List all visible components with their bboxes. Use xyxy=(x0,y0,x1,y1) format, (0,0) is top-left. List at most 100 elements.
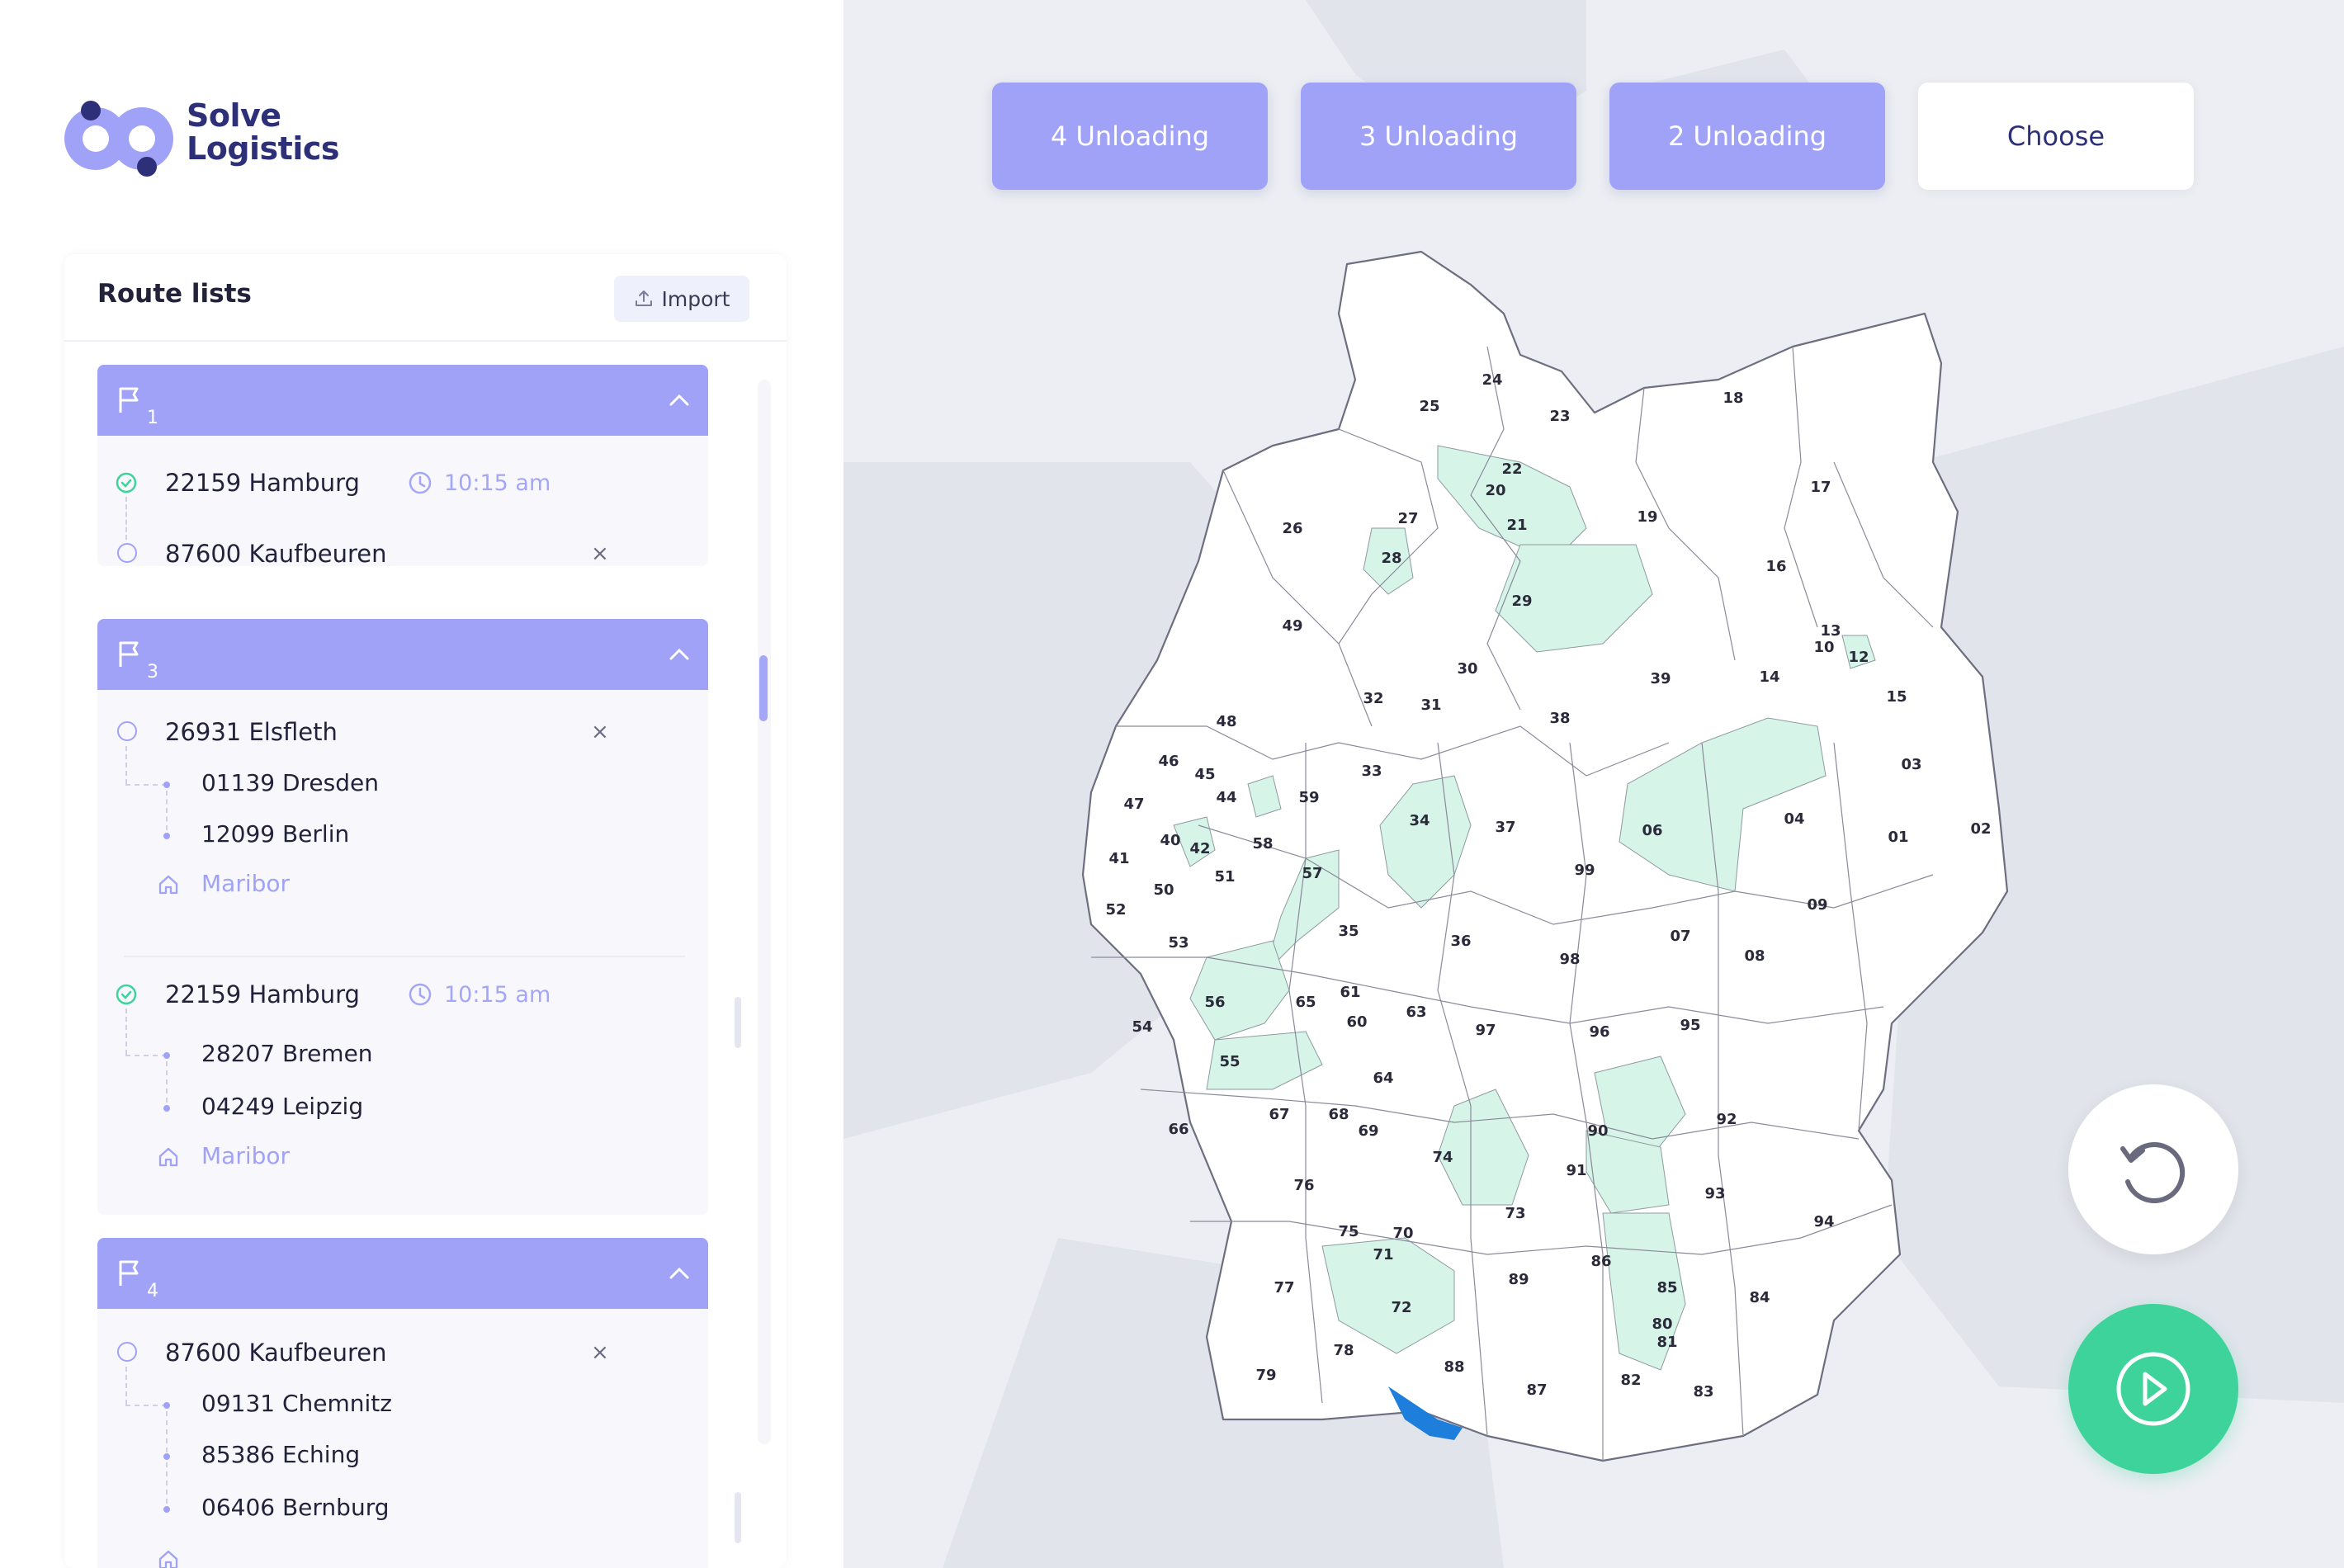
sub-stop-name: 04249 Leipzig xyxy=(201,1093,364,1120)
region-label-51: 51 xyxy=(1214,868,1235,886)
region-label-79: 79 xyxy=(1255,1367,1276,1384)
region-label-89: 89 xyxy=(1508,1271,1529,1288)
chevron-up-icon[interactable] xyxy=(669,647,690,662)
region-label-75: 75 xyxy=(1338,1223,1359,1240)
region-label-61: 61 xyxy=(1340,984,1360,1001)
tab-3-unloading[interactable]: 3 Unloading xyxy=(1301,83,1576,190)
depot-name: Maribor xyxy=(201,1142,291,1169)
region-label-17: 17 xyxy=(1810,479,1831,496)
region-label-57: 57 xyxy=(1302,865,1322,882)
scrollbar-thumb[interactable] xyxy=(759,655,768,721)
region-label-37: 37 xyxy=(1495,819,1515,836)
sub-stop-dot xyxy=(163,1453,170,1460)
connector-line xyxy=(125,1008,127,1055)
route-lists-panel: Route lists Import 1 22159 Hamburg 10:15… xyxy=(64,254,787,1568)
region-label-58: 58 xyxy=(1252,835,1273,852)
region-label-24: 24 xyxy=(1482,371,1502,389)
region-label-95: 95 xyxy=(1680,1017,1700,1034)
tab-4-unloading[interactable]: 4 Unloading xyxy=(992,83,1268,190)
route-number: 3 xyxy=(147,662,158,682)
reset-button[interactable] xyxy=(2068,1084,2238,1254)
region-label-47: 47 xyxy=(1123,796,1144,813)
connector-line xyxy=(166,1462,168,1504)
remove-stop-icon[interactable]: × xyxy=(591,541,609,566)
region-label-03: 03 xyxy=(1901,756,1921,773)
region-label-94: 94 xyxy=(1813,1213,1834,1230)
sub-stop-name: 85386 Eching xyxy=(201,1441,361,1468)
choose-button[interactable]: Choose xyxy=(1918,83,2194,190)
route-header-1[interactable]: 1 xyxy=(97,365,708,436)
group-divider xyxy=(124,956,685,957)
pending-circle-icon xyxy=(117,721,137,741)
scrollbar-track[interactable] xyxy=(758,380,771,1444)
route-header-4[interactable]: 4 xyxy=(97,1238,708,1309)
region-label-54: 54 xyxy=(1132,1018,1152,1036)
region-label-04: 04 xyxy=(1784,810,1804,828)
inner-scrollbar[interactable] xyxy=(735,997,741,1048)
brand-line-1: Solve xyxy=(187,97,281,134)
depot-name: Maribor xyxy=(201,870,291,897)
inner-scrollbar[interactable] xyxy=(735,1492,741,1543)
check-circle-icon xyxy=(116,984,137,1005)
region-label-46: 46 xyxy=(1158,753,1179,770)
region-label-16: 16 xyxy=(1765,558,1786,575)
chevron-up-icon[interactable] xyxy=(669,1266,690,1281)
region-label-97: 97 xyxy=(1475,1022,1496,1039)
sub-stop-dot xyxy=(163,1506,170,1513)
route-body-4: 87600 Kaufbeuren × 09131 Chemnitz 85386 … xyxy=(97,1309,741,1568)
route-header-3[interactable]: 3 xyxy=(97,619,708,690)
region-label-14: 14 xyxy=(1759,668,1779,686)
region-label-06: 06 xyxy=(1642,822,1662,839)
sub-stop-dot xyxy=(163,782,170,788)
remove-stop-icon[interactable]: × xyxy=(591,720,609,744)
region-label-12: 12 xyxy=(1848,649,1869,666)
clock-icon xyxy=(409,471,432,494)
play-button[interactable] xyxy=(2068,1304,2238,1474)
route-body-1: 22159 Hamburg 10:15 am 87600 Kaufbeuren … xyxy=(97,436,708,568)
import-button[interactable]: Import xyxy=(614,276,749,322)
stop-name: 87600 Kaufbeuren xyxy=(165,1339,387,1367)
play-icon xyxy=(2116,1352,2190,1426)
region-label-90: 90 xyxy=(1587,1122,1608,1140)
region-label-27: 27 xyxy=(1397,510,1418,527)
region-label-49: 49 xyxy=(1282,617,1302,635)
route-number: 4 xyxy=(147,1281,158,1301)
region-label-38: 38 xyxy=(1549,710,1570,727)
region-label-30: 30 xyxy=(1457,660,1477,678)
region-label-33: 33 xyxy=(1361,763,1382,780)
flag-icon xyxy=(119,641,139,667)
region-label-73: 73 xyxy=(1505,1205,1525,1222)
remove-stop-icon[interactable]: × xyxy=(591,1340,609,1365)
region-label-31: 31 xyxy=(1420,697,1441,714)
pending-circle-icon xyxy=(117,543,137,563)
region-label-07: 07 xyxy=(1670,928,1690,945)
sub-stop-name: 09131 Chemnitz xyxy=(201,1390,392,1417)
sidebar: Solve Logistics Route lists Import 1 221… xyxy=(0,0,844,1568)
region-label-50: 50 xyxy=(1153,881,1174,899)
sub-stop-dot xyxy=(163,1402,170,1409)
region-label-96: 96 xyxy=(1589,1023,1609,1041)
pending-circle-icon xyxy=(117,1342,137,1362)
region-label-01: 01 xyxy=(1888,829,1908,846)
connector-line xyxy=(125,1055,167,1056)
region-label-65: 65 xyxy=(1295,994,1316,1011)
connector-line xyxy=(166,1061,168,1103)
connector-line xyxy=(125,746,127,784)
region-label-92: 92 xyxy=(1716,1111,1737,1128)
region-label-48: 48 xyxy=(1216,713,1236,730)
home-icon xyxy=(158,875,178,895)
stop-time: 10:15 am xyxy=(444,982,551,1008)
region-label-72: 72 xyxy=(1391,1299,1411,1316)
region-label-85: 85 xyxy=(1656,1279,1677,1296)
clock-icon xyxy=(409,983,432,1006)
sub-stop-name: 06406 Bernburg xyxy=(201,1494,390,1521)
check-circle-icon xyxy=(116,472,137,494)
stop-name: 87600 Kaufbeuren xyxy=(165,540,387,568)
panel-title: Route lists xyxy=(97,279,252,309)
region-label-78: 78 xyxy=(1333,1342,1354,1359)
stop-name: 26931 Elsfleth xyxy=(165,718,338,746)
tab-2-unloading[interactable]: 2 Unloading xyxy=(1609,83,1885,190)
chevron-up-icon[interactable] xyxy=(669,393,690,408)
region-label-67: 67 xyxy=(1269,1106,1289,1123)
region-label-39: 39 xyxy=(1650,670,1671,687)
